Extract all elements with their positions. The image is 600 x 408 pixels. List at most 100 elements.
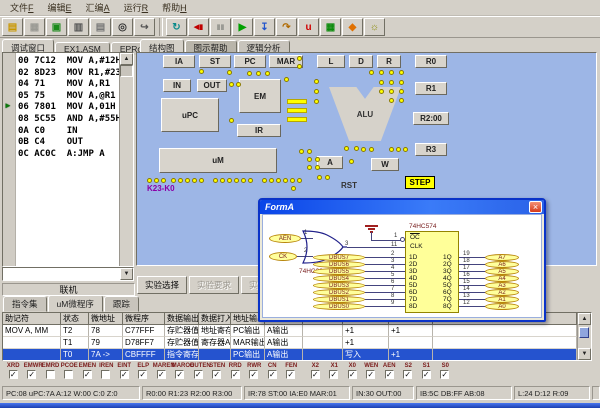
listing-line[interactable]: 0B C4 OUT bbox=[18, 137, 83, 148]
pin-number: 17 bbox=[463, 265, 470, 271]
file-combobox[interactable]: ▼ bbox=[2, 267, 134, 281]
diagram-block-um[interactable]: uM bbox=[159, 148, 277, 173]
scroll-thumb[interactable] bbox=[120, 65, 133, 77]
signal-check-maren[interactable]: ✓ bbox=[157, 370, 166, 379]
chevron-down-icon[interactable]: ▼ bbox=[120, 268, 133, 280]
signal-check-emwr[interactable]: ✓ bbox=[27, 370, 36, 379]
listing-line[interactable]: 08 5C55 AND A,#55H bbox=[18, 114, 121, 125]
signal-check-emrd[interactable] bbox=[46, 370, 55, 379]
listing-line[interactable]: 02 8D23 MOV R1,#23H bbox=[18, 68, 126, 79]
signal-check-s2[interactable]: ✓ bbox=[403, 370, 412, 379]
tab-bottom-2[interactable]: uM微程序 bbox=[48, 295, 103, 312]
d-pin-label: 4D bbox=[409, 275, 417, 282]
table-row[interactable]: T07A ->CBFFFF指令寄存器IPC输出A输出写入+1 bbox=[3, 349, 577, 361]
menu-item-1[interactable]: 文件F bbox=[3, 0, 41, 15]
diagram-block-ir[interactable]: IR bbox=[237, 124, 281, 137]
paste-button[interactable]: ▤ bbox=[90, 18, 111, 36]
listing-scrollbar[interactable]: ▲ bbox=[119, 53, 133, 266]
signal-check-maroe[interactable]: ✓ bbox=[175, 370, 184, 379]
diagram-block-upc[interactable]: uPC bbox=[161, 98, 219, 132]
signal-check-fen[interactable]: ✓ bbox=[286, 370, 295, 379]
diagram-block-a[interactable]: A bbox=[317, 156, 343, 169]
step-button[interactable]: STEP bbox=[405, 176, 435, 189]
listing-line[interactable]: 06 7801 MOV A,01H bbox=[18, 102, 116, 113]
scroll-down-icon[interactable]: ▼ bbox=[578, 348, 591, 360]
diagram-block-l[interactable]: L bbox=[317, 55, 345, 68]
micro-step-button[interactable]: u bbox=[298, 18, 319, 36]
listing-line[interactable]: 0C AC0C A:JMP A bbox=[18, 149, 105, 160]
step-into-button[interactable]: ↧ bbox=[254, 18, 275, 36]
signal-check-emen[interactable]: ✓ bbox=[83, 370, 92, 379]
exit-button[interactable]: ↪ bbox=[134, 18, 155, 36]
close-icon[interactable]: × bbox=[529, 201, 542, 213]
signal-check-rwr[interactable]: ✓ bbox=[249, 370, 258, 379]
assembly-listing[interactable]: 00 7C12 MOV A,#12H02 8D23 MOV R1,#23H04 … bbox=[2, 52, 134, 267]
signal-check-x1[interactable]: ✓ bbox=[329, 370, 338, 379]
copy-button[interactable]: ▥ bbox=[68, 18, 89, 36]
signal-check-xrd[interactable]: ✓ bbox=[9, 370, 18, 379]
signal-check-wen[interactable]: ✓ bbox=[366, 370, 375, 379]
table-scrollbar[interactable]: ▲ ▼ bbox=[577, 313, 591, 360]
jump-button[interactable]: ◆ bbox=[342, 18, 363, 36]
scroll-thumb[interactable] bbox=[579, 327, 589, 338]
diagram-block-w[interactable]: W bbox=[371, 158, 399, 171]
listing-line[interactable]: 05 75 MOV A,@R1 bbox=[18, 91, 116, 102]
diagram-block-r1[interactable]: R1 bbox=[415, 82, 447, 95]
signal-check-outen[interactable]: ✓ bbox=[194, 370, 203, 379]
tab-bottom-1[interactable]: 指令集 bbox=[3, 296, 47, 312]
scroll-up-icon[interactable]: ▲ bbox=[120, 53, 133, 65]
menu-item-3[interactable]: 汇编A bbox=[79, 0, 117, 15]
diagram-block-out[interactable]: OUT bbox=[197, 79, 227, 92]
table-cell: 7A -> bbox=[89, 349, 123, 361]
signal-check-aen[interactable]: ✓ bbox=[385, 370, 394, 379]
run-button[interactable]: ▶ bbox=[232, 18, 253, 36]
stop-button[interactable]: ◀▮ bbox=[188, 18, 209, 36]
signal-check-x0[interactable]: ✓ bbox=[348, 370, 357, 379]
table-row[interactable]: MOV A, MMT278C77FFF存贮器值EM地址寄存器IPC输出A输出+1… bbox=[3, 325, 577, 337]
step-over-button[interactable]: ↷ bbox=[276, 18, 297, 36]
save-button[interactable]: ▦ bbox=[24, 18, 45, 36]
signal-check-s0[interactable]: ✓ bbox=[440, 370, 449, 379]
table-cell bbox=[3, 349, 61, 361]
diagram-block-ia[interactable]: IA bbox=[163, 55, 195, 68]
signal-check-sten[interactable]: ✓ bbox=[212, 370, 221, 379]
signal-check-s1[interactable]: ✓ bbox=[422, 370, 431, 379]
listing-line[interactable]: 00 7C12 MOV A,#12H bbox=[18, 56, 121, 67]
diagram-block-r2-00[interactable]: R2:00 bbox=[413, 112, 449, 125]
diagram-block-em[interactable]: EM bbox=[239, 79, 281, 113]
chip-button[interactable]: ▦ bbox=[320, 18, 341, 36]
compile-button[interactable]: ▣ bbox=[46, 18, 67, 36]
table-row[interactable]: T179D78FF7存贮器值EM寄存器AMAR输出A输出+1 bbox=[3, 337, 577, 349]
signal-check-x2[interactable]: ✓ bbox=[311, 370, 320, 379]
signal-check-pcoe[interactable] bbox=[64, 370, 73, 379]
scroll-up-icon[interactable]: ▲ bbox=[578, 313, 591, 325]
menu-item-2[interactable]: 编辑E bbox=[41, 0, 79, 15]
pause-button[interactable]: ▮▮ bbox=[210, 18, 231, 36]
signal-check-cn[interactable]: ✓ bbox=[268, 370, 277, 379]
diagram-block-r3[interactable]: R3 bbox=[415, 143, 447, 156]
reset-button[interactable]: ↻ bbox=[166, 18, 187, 36]
menu-item-4[interactable]: 运行R bbox=[117, 0, 156, 15]
diagram-block-pc[interactable]: PC bbox=[234, 55, 266, 68]
diagram-block-d[interactable]: D bbox=[349, 55, 373, 68]
experiment-button-1[interactable]: 实验选择 bbox=[137, 276, 187, 294]
signal-check-eint[interactable]: ✓ bbox=[120, 370, 129, 379]
forma-title-bar[interactable]: FormA bbox=[260, 200, 544, 214]
open-button[interactable]: ▤ bbox=[2, 18, 23, 36]
listing-line[interactable]: 0A C0 IN bbox=[18, 126, 78, 137]
diagram-block-r0[interactable]: R0 bbox=[415, 55, 447, 68]
diagram-block-r[interactable]: R bbox=[377, 55, 401, 68]
diagram-block-in[interactable]: IN bbox=[163, 79, 191, 92]
help-button[interactable]: ☼ bbox=[364, 18, 385, 36]
forma-window[interactable]: FormA × AENCK12374HC3274HC574OCCLK111DBU… bbox=[258, 198, 546, 322]
menu-item-5[interactable]: 帮助H bbox=[155, 0, 194, 15]
diagram-block-st[interactable]: ST bbox=[199, 55, 231, 68]
signal-check-rrd[interactable]: ✓ bbox=[231, 370, 240, 379]
alu-block[interactable]: ALU bbox=[329, 87, 401, 141]
signal-check-elp[interactable]: ✓ bbox=[138, 370, 147, 379]
tab-bottom-3[interactable]: 跟踪 bbox=[104, 296, 139, 312]
listing-line[interactable]: 04 71 MOV A,R1 bbox=[18, 79, 110, 90]
search-button[interactable]: ◎ bbox=[112, 18, 133, 36]
signal-check-iren[interactable] bbox=[101, 370, 110, 379]
signal-name: CN bbox=[264, 362, 281, 368]
